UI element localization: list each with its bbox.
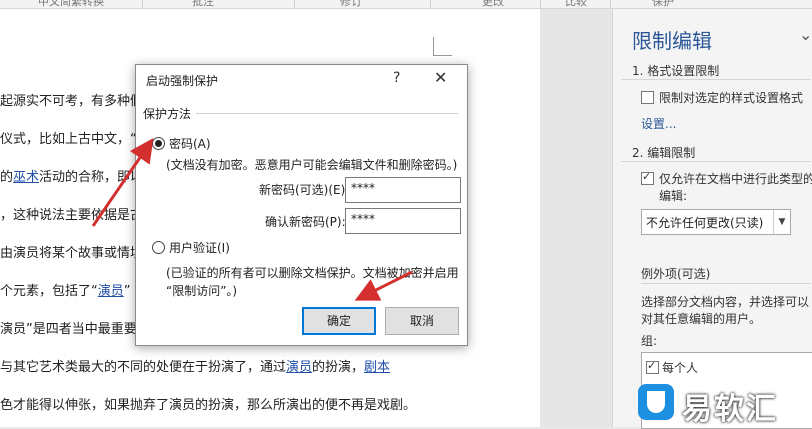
ok-button[interactable]: 确定: [302, 307, 376, 335]
document-link[interactable]: 演员: [286, 360, 312, 375]
password-radio[interactable]: [152, 137, 165, 150]
user-auth-radio[interactable]: [152, 241, 165, 254]
ribbon-separator: [540, 0, 541, 8]
groups-label: 组:: [641, 334, 658, 348]
new-password-input[interactable]: ****: [345, 177, 461, 203]
allow-editing-type-label-cont: 编辑:: [659, 189, 688, 203]
group-everyone-label: 每个人: [662, 361, 699, 375]
help-icon[interactable]: ?: [393, 70, 400, 86]
user-auth-note-cont: “限制访问”。): [166, 284, 238, 298]
ribbon-tab-chinese-conversion[interactable]: 中文简繁转换: [38, 0, 104, 8]
ribbon-tab-compare[interactable]: 比较: [565, 0, 587, 8]
ribbon-separator: [294, 0, 295, 8]
group-everyone-checkbox[interactable]: [646, 359, 659, 374]
document-link[interactable]: 演员: [98, 284, 124, 299]
cancel-button[interactable]: 取消: [385, 307, 459, 335]
document-line: 由演员将某个故事或情境: [0, 246, 144, 261]
dialog-title: 启动强制保护: [146, 74, 219, 88]
allow-editing-type-checkbox[interactable]: [641, 170, 654, 185]
document-line: ，这种说法主要依据是古: [0, 208, 144, 223]
ribbon-separator: [142, 0, 143, 8]
divider: [621, 161, 811, 162]
document-gutter: [540, 9, 612, 427]
confirm-password-input[interactable]: ****: [345, 208, 461, 234]
close-icon[interactable]: ✕: [434, 68, 447, 87]
confirm-password-label: 确认新密码(P):: [265, 215, 346, 229]
editing-type-select[interactable]: 不允许任何更改(只读) ▼: [641, 209, 791, 235]
allow-editing-type-label: 仅允许在文档中进行此类型的: [659, 172, 812, 186]
document-link[interactable]: 剧本: [364, 360, 390, 375]
document-line: 起源实不可考，有多种假: [0, 94, 144, 109]
watermark-text: 易软汇: [682, 392, 778, 427]
ribbon-separator: [430, 0, 431, 8]
limit-formatting-label: 限制对选定的样式设置格式: [659, 91, 804, 105]
protection-method-label: 保护方法: [143, 107, 192, 121]
document-line: 演员”是四者当中最重要: [0, 322, 137, 337]
document-line: 与其它艺术类最大的不同的处便在于扮演了，通过演员的扮演，剧本: [0, 360, 391, 375]
exceptions-title: 例外项(可选): [641, 267, 711, 281]
divider: [641, 283, 811, 284]
restrict-editing-pane: 限制编辑 ⌄ 1. 格式设置限制 限制对选定的样式设置格式 设置... 2. 编…: [612, 9, 812, 429]
ribbon-tab-changes[interactable]: 更改: [482, 0, 504, 8]
ribbon-tab-protect[interactable]: 保护: [652, 0, 674, 8]
formatting-settings-link[interactable]: 设置...: [641, 115, 676, 132]
ribbon-tabs-strip: 中文简繁转换 批注 修订 更改 比较 保护: [0, 0, 812, 9]
page-margin-corner: [433, 37, 452, 56]
document-line: 仪式，比如上古中文，“: [0, 132, 137, 147]
user-auth-radio-label: 用户验证(I): [169, 241, 230, 255]
document-link[interactable]: 巫术: [13, 170, 39, 185]
password-radio-label: 密码(A): [169, 137, 211, 151]
exceptions-desc-cont: 对其任意编辑的用户。: [641, 312, 762, 326]
ribbon-separator: [610, 0, 611, 8]
pane-options-icon[interactable]: ⌄: [799, 25, 812, 44]
formatting-restrictions-title: 1. 格式设置限制: [632, 64, 720, 78]
pane-title: 限制编辑: [632, 29, 712, 53]
document-line: 的巫术活动的合称，即以: [0, 170, 144, 185]
divider: [196, 113, 458, 114]
document-line: 色才能得以伸张，如果抛弃了演员的扮演，那么所演出的便不再是戏剧。: [0, 398, 417, 413]
editing-type-value: 不允许任何更改(只读): [646, 216, 764, 230]
watermark-icon: [638, 384, 674, 420]
editing-restrictions-title: 2. 编辑限制: [632, 146, 696, 160]
user-auth-note: (已验证的所有者可以删除文档保护。文档被加密并启用: [166, 266, 459, 280]
password-note: (文档没有加密。恶意用户可能会编辑文件和删除密码。): [166, 158, 458, 172]
start-enforcing-protection-dialog: 启动强制保护 ? ✕ 保护方法 密码(A) (文档没有加密。恶意用户可能会编辑文…: [135, 64, 468, 346]
ribbon-tab-comments[interactable]: 批注: [192, 0, 214, 8]
watermark-logo: 易软汇: [630, 380, 810, 427]
divider: [621, 79, 811, 80]
exceptions-desc: 选择部分文档内容，并选择可以: [641, 295, 810, 309]
new-password-label: 新密码(可选)(E):: [259, 183, 350, 197]
ribbon-tab-revisions[interactable]: 修订: [340, 0, 362, 8]
document-line: 个元素，包括了“演员”: [0, 284, 131, 299]
chevron-down-icon: ▼: [773, 210, 790, 234]
limit-formatting-checkbox[interactable]: [641, 91, 654, 104]
